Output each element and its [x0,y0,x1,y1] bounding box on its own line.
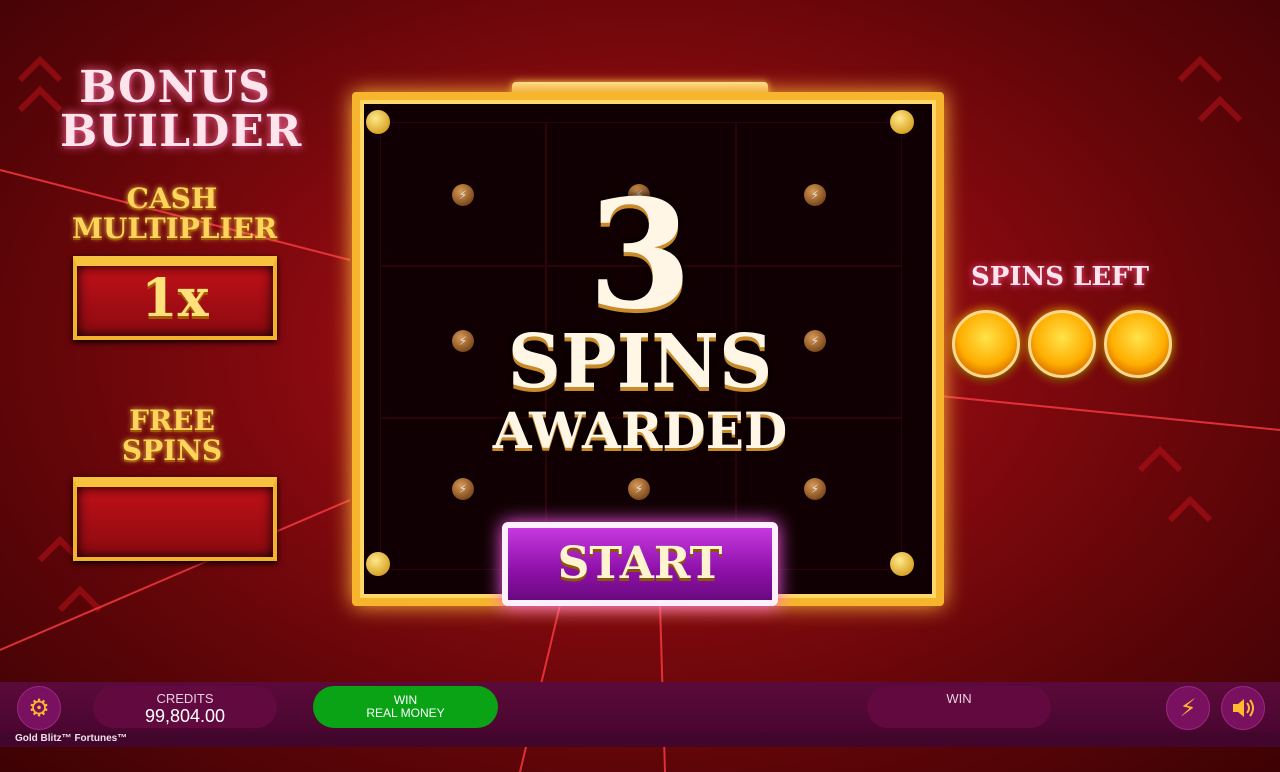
bolt-icon: ⚡ [452,478,474,500]
free-spins-box [73,477,277,561]
win-label: WIN [946,691,972,706]
cash-multiplier-label: CASH MULTIPLIER [72,182,278,245]
cash-multiplier-box: 1x [73,256,277,340]
awarded-word: AWARDED [492,401,788,460]
credits-label: CREDITS [156,691,214,706]
spins-awarded-count: 3 [587,167,693,343]
spin-remaining-orb [1104,310,1172,378]
cash-label-line-1: CASH [126,182,218,215]
win-display: WIN [867,686,1051,728]
credits-value: 99,804.00 [144,706,226,726]
corner-gem [366,110,390,134]
lightning-icon: ⚡ [1179,694,1197,722]
bonus-builder-title: BONUS BUILDER [60,62,303,157]
spin-remaining-orb [1028,310,1096,378]
bolt-icon: ⚡ [804,478,826,500]
credits-display: CREDITS 99,804.00 [93,686,277,728]
cash-multiplier-value: 1x [141,268,209,329]
speaker-icon [1233,699,1254,717]
spin-remaining-orb [952,310,1020,378]
title-line-1: BONUS [79,62,271,113]
spins-left-label: SPINS LEFT [971,262,1149,292]
bolt-icon: ⚡ [628,478,650,500]
bottom-strip [0,732,1280,747]
cash-label-line-2: MULTIPLIER [72,212,278,245]
game-name: Gold Blitz™ Fortunes™ [15,733,128,744]
sound-button[interactable] [1221,686,1265,730]
start-button[interactable]: START [502,522,778,606]
corner-gem [890,552,914,576]
free-label-line-2: SPINS [121,434,223,467]
corner-gem [890,110,914,134]
win-real-money-button[interactable]: WIN REAL MONEY [313,686,498,728]
title-line-2: BUILDER [60,106,303,157]
settings-button[interactable]: ⚙ [17,686,61,730]
turbo-button[interactable]: ⚡ [1166,686,1210,730]
win-real-line-2: REAL MONEY [366,706,445,720]
corner-gem [366,552,390,576]
spins-word: SPINS [507,319,773,405]
free-label-line-1: FREE [129,404,215,437]
gear-icon: ⚙ [28,694,50,722]
free-spins-label: FREE SPINS [72,406,272,466]
